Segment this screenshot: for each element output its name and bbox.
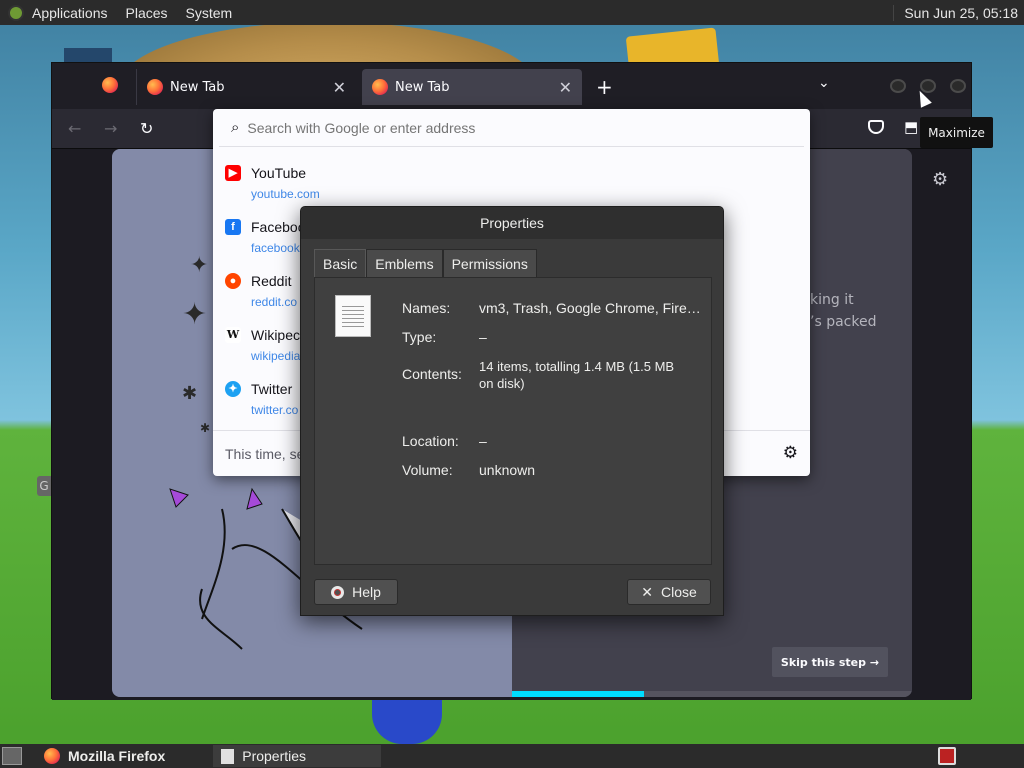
taskbar-firefox[interactable]: Mozilla Firefox [36,745,173,767]
document-icon [221,748,235,764]
document-icon [335,295,371,337]
youtube-icon: ▶ [225,165,241,181]
sparkle-icon: ✱ [182,383,198,404]
onboarding-text-line: king it [810,292,854,308]
tab-label: New Tab [395,79,450,95]
lifebuoy-icon [331,585,345,599]
help-button[interactable]: Help [314,579,398,605]
distro-logo-icon[interactable] [8,4,24,21]
suggestion-title: YouTube [251,165,307,181]
names-label: Names: [402,300,451,316]
url-bar[interactable]: ⌕ [219,109,804,147]
suggestion-title: Wikipec [251,327,301,343]
task-label: Properties [242,748,307,764]
close-label: Close [660,584,697,600]
new-tab-button[interactable]: + [596,75,613,99]
volume-label: Volume: [402,462,453,478]
forward-icon[interactable]: → [104,119,117,138]
trash-icon[interactable] [938,747,956,765]
help-label: Help [352,584,381,600]
task-label: Mozilla Firefox [68,748,166,764]
url-input[interactable] [247,119,748,136]
firefox-icon [147,79,163,95]
sparkle-icon: ✦ [182,297,208,332]
tab-basic[interactable]: Basic [314,249,367,277]
tab-bar: New Tab ✕ New Tab ✕ + ⌄ [52,63,971,109]
close-icon: ✕ [641,583,653,600]
suggestion-url: twitter.co [251,403,299,417]
sparkle-icon: ✱ [200,421,211,435]
skip-step-button[interactable]: Skip this step → [772,647,888,677]
suggestion-youtube[interactable]: ▶ YouTube youtube.com [225,159,785,209]
type-label: Type: [402,329,437,345]
maximize-tooltip: Maximize [920,117,993,148]
suggestion-url: facebook [251,241,300,255]
reddit-icon: ● [225,273,241,289]
location-value: – [479,433,487,449]
location-label: Location: [402,433,459,449]
minimize-button[interactable] [890,79,906,93]
menu-system[interactable]: System [186,5,233,21]
search-settings-gear-icon[interactable]: ⚙ [783,443,798,463]
onboarding-progress-track [512,691,912,697]
volume-value: unknown [479,462,536,478]
properties-dialog: Properties Basic Emblems Permissions Nam… [300,206,724,616]
firefox-icon [102,77,118,93]
type-value: – [479,329,487,345]
contents-value: 14 items, totalling 1.4 MB (1.5 MB on di… [479,359,675,391]
pinned-tab[interactable] [102,77,122,97]
close-icon[interactable]: ✕ [559,78,572,97]
tab-label: New Tab [170,79,225,95]
skip-step-label: Skip this step [780,655,867,669]
search-engines-hint: This time, se [225,446,305,462]
suggestion-title: Faceboo [251,219,306,235]
back-icon[interactable]: ← [68,119,81,138]
menu-applications[interactable]: Applications [32,5,108,21]
pocket-icon[interactable] [868,120,884,134]
show-desktop-icon[interactable] [2,747,22,765]
tab-new-tab-1[interactable]: New Tab ✕ [136,69,356,105]
suggestion-url: youtube.com [251,187,320,201]
twitter-icon: ✦ [225,381,241,397]
taskbar-properties[interactable]: Properties [213,745,382,767]
left-edge-tab[interactable]: G [37,476,51,496]
suggestion-url: reddit.co [251,295,298,309]
firefox-icon [372,79,388,95]
dialog-tabs: Basic Emblems Permissions [314,249,537,277]
onboarding-text: king it ’s packed [810,289,900,333]
firefox-icon [44,748,60,764]
dialog-title[interactable]: Properties [301,207,723,239]
facebook-icon: f [225,219,241,235]
close-icon[interactable]: ✕ [333,78,346,97]
menu-places[interactable]: Places [126,5,168,21]
tab-emblems[interactable]: Emblems [366,249,443,277]
contents-label: Contents: [402,366,462,382]
list-all-tabs-button[interactable]: ⌄ [818,75,830,91]
gear-icon[interactable]: ⚙ [932,169,948,190]
onboarding-progress-fill [512,691,644,697]
close-button[interactable]: ✕ Close [627,579,711,605]
suggestion-url: wikipedia [251,349,301,363]
names-value: vm3, Trash, Google Chrome, Fire… [479,300,699,316]
top-panel: Applications Places System Sun Jun 25, 0… [0,0,1024,25]
extensions-icon[interactable]: ⬒ [904,118,918,136]
reload-icon[interactable]: ↻ [140,119,153,138]
tab-new-tab-2[interactable]: New Tab ✕ [362,69,582,105]
onboarding-text-line: ’s packed [810,314,877,330]
bottom-panel: Mozilla Firefox Properties [0,744,1024,768]
close-window-button[interactable] [950,79,966,93]
tab-permissions[interactable]: Permissions [442,249,537,277]
suggestion-title: Twitter [251,381,293,397]
search-icon: ⌕ [231,119,240,136]
sparkle-icon: ✦ [190,253,209,278]
panel-clock[interactable]: Sun Jun 25, 05:18 [893,4,1018,21]
wikipedia-icon: W [225,327,241,343]
wallpaper-figure [372,696,442,744]
basic-tab-panel: Names: vm3, Trash, Google Chrome, Fire… … [314,277,712,565]
suggestion-title: Reddit [251,273,292,289]
